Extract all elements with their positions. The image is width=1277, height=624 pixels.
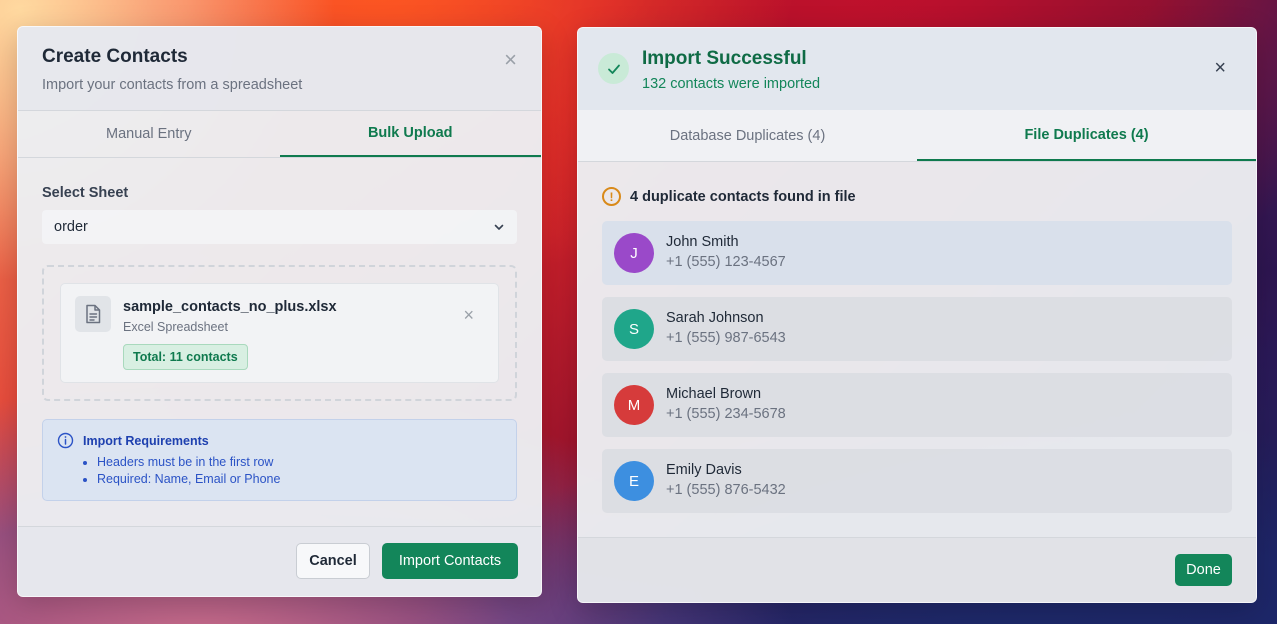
list-item: E Emily Davis +1 (555) 876-5432 (602, 449, 1232, 513)
requirement-item: Headers must be in the first row (97, 455, 502, 469)
result-footer: Done (578, 537, 1256, 602)
duplicates-warning: ! 4 duplicate contacts found in file (602, 187, 1232, 206)
dialog-body: Select Sheet order sample_contacts_no_pl… (18, 185, 541, 501)
avatar: J (614, 233, 654, 273)
avatar: S (614, 309, 654, 349)
file-name: sample_contacts_no_plus.xlsx (123, 299, 337, 315)
avatar: M (614, 385, 654, 425)
tab-manual-entry[interactable]: Manual Entry (18, 111, 280, 157)
select-sheet-label: Select Sheet (42, 185, 129, 201)
chevron-down-icon (494, 224, 504, 230)
close-icon[interactable]: × (1214, 58, 1226, 78)
close-icon[interactable]: × (504, 49, 517, 71)
import-result-dialog: Import Successful 132 contacts were impo… (577, 27, 1257, 603)
check-icon (598, 53, 629, 84)
result-title: Import Successful (642, 48, 807, 69)
requirements-header: Import Requirements (57, 432, 502, 449)
duplicate-contacts-list: J John Smith +1 (555) 123-4567 S Sarah J… (602, 221, 1232, 513)
contact-name: Emily Davis (666, 462, 742, 478)
contact-name: Sarah Johnson (666, 310, 764, 326)
info-icon (57, 432, 74, 449)
sheet-select[interactable]: order (42, 210, 517, 244)
import-contacts-button[interactable]: Import Contacts (382, 543, 518, 579)
result-subtitle: 132 contacts were imported (642, 76, 821, 92)
tab-bulk-upload[interactable]: Bulk Upload (279, 111, 541, 157)
result-header: Import Successful 132 contacts were impo… (578, 28, 1256, 110)
contact-name: John Smith (666, 234, 739, 250)
create-contacts-dialog: Create Contacts Import your contacts fro… (17, 26, 542, 597)
requirements-title: Import Requirements (83, 433, 209, 448)
contact-phone: +1 (555) 123-4567 (666, 254, 786, 270)
contact-name: Michael Brown (666, 386, 762, 402)
done-button[interactable]: Done (1175, 554, 1232, 586)
warning-text: 4 duplicate contacts found in file (630, 188, 856, 205)
file-dropzone[interactable]: sample_contacts_no_plus.xlsx Excel Sprea… (42, 265, 517, 401)
requirements-list: Headers must be in the first row Require… (97, 455, 502, 486)
uploaded-file-card: sample_contacts_no_plus.xlsx Excel Sprea… (60, 283, 499, 383)
tab-database-duplicates[interactable]: Database Duplicates (4) (578, 110, 917, 161)
remove-file-icon[interactable]: × (463, 306, 474, 324)
total-contacts-badge: Total: 11 contacts (123, 344, 248, 370)
warning-icon: ! (602, 187, 621, 206)
cancel-button[interactable]: Cancel (296, 543, 370, 579)
list-item: J John Smith +1 (555) 123-4567 (602, 221, 1232, 285)
dialog-header: Create Contacts Import your contacts fro… (18, 27, 541, 111)
list-item: M Michael Brown +1 (555) 234-5678 (602, 373, 1232, 437)
dialog-title: Create Contacts (42, 46, 188, 67)
requirement-item: Required: Name, Email or Phone (97, 472, 502, 486)
import-requirements-box: Import Requirements Headers must be in t… (42, 419, 517, 501)
list-item: S Sarah Johnson +1 (555) 987-6543 (602, 297, 1232, 361)
dialog-subtitle: Import your contacts from a spreadsheet (42, 77, 303, 93)
contact-phone: +1 (555) 987-6543 (666, 330, 786, 346)
dialog-footer: Cancel Import Contacts (18, 526, 541, 596)
tab-bar: Database Duplicates (4) File Duplicates … (578, 110, 1256, 162)
file-type: Excel Spreadsheet (123, 320, 228, 334)
sheet-select-value: order (54, 219, 88, 235)
document-icon (75, 296, 111, 332)
contact-phone: +1 (555) 876-5432 (666, 482, 786, 498)
tab-bar: Manual Entry Bulk Upload (18, 111, 541, 158)
contact-phone: +1 (555) 234-5678 (666, 406, 786, 422)
tab-file-duplicates[interactable]: File Duplicates (4) (917, 110, 1256, 161)
avatar: E (614, 461, 654, 501)
